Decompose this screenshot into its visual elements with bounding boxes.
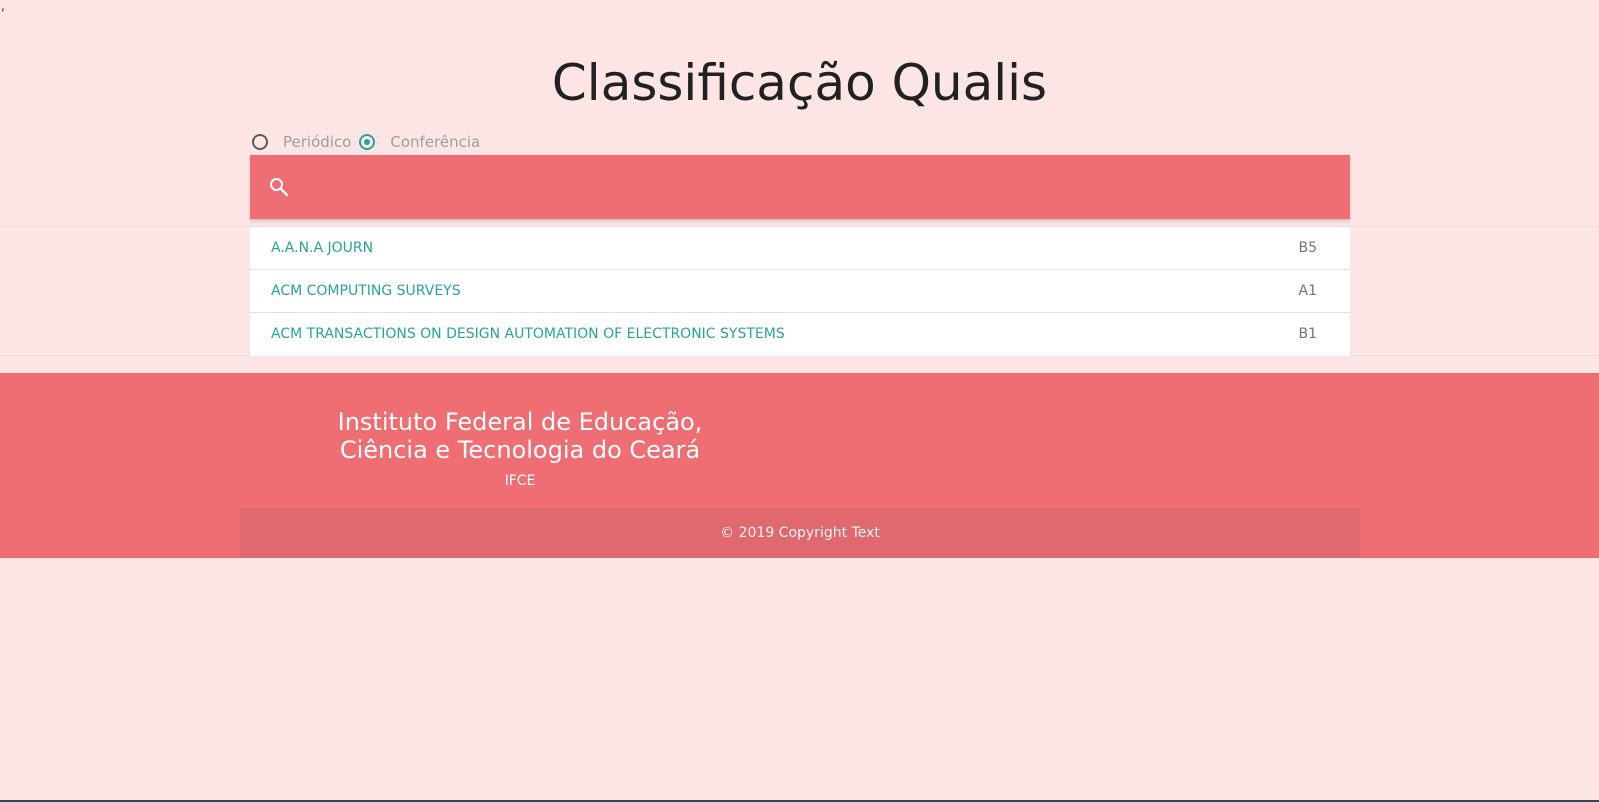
page-title: Classificação Qualis [551, 54, 1048, 112]
search-type-selector: Periódico Conferência [252, 131, 488, 153]
radio-checked-icon[interactable] [359, 134, 376, 150]
copyright-bar: © 2019 Copyright Text [240, 508, 1360, 558]
result-name[interactable]: ACM TRANSACTIONS ON DESIGN AUTOMATION OF… [271, 313, 785, 355]
institution-abbreviation: IFCE [504, 473, 536, 489]
result-grade: A1 [1298, 283, 1317, 299]
stray-mark: , [1, 0, 5, 13]
result-row[interactable]: A.A.N.A JOURN B5 [250, 227, 1350, 270]
result-row[interactable]: ACM COMPUTING SURVEYS A1 [250, 270, 1350, 313]
results-list: A.A.N.A JOURN B5 ACM COMPUTING SURVEYS A… [250, 227, 1350, 356]
radio-unchecked-icon[interactable] [252, 134, 268, 150]
search-input[interactable] [306, 155, 1330, 221]
result-name[interactable]: ACM COMPUTING SURVEYS [271, 270, 461, 312]
search-icon[interactable] [267, 175, 291, 199]
site-footer: Instituto Federal de Educação, Ciência e… [0, 373, 1599, 558]
result-row[interactable]: ACM TRANSACTIONS ON DESIGN AUTOMATION OF… [250, 313, 1350, 356]
result-grade: B5 [1298, 240, 1317, 256]
radio-label-periodico: Periódico [283, 133, 352, 151]
radio-conferencia[interactable]: Conferência [359, 131, 488, 153]
result-name[interactable]: A.A.N.A JOURN [271, 227, 373, 269]
radio-periodico[interactable]: Periódico [252, 131, 359, 153]
copyright-text: © 2019 Copyright Text [720, 525, 880, 541]
radio-label-conferencia: Conferência [390, 133, 481, 151]
search-bar [250, 155, 1350, 221]
result-grade: B1 [1298, 326, 1317, 342]
institution-name: Instituto Federal de Educação, Ciência e… [337, 408, 703, 464]
results-band: A.A.N.A JOURN B5 ACM COMPUTING SURVEYS A… [0, 226, 1599, 356]
